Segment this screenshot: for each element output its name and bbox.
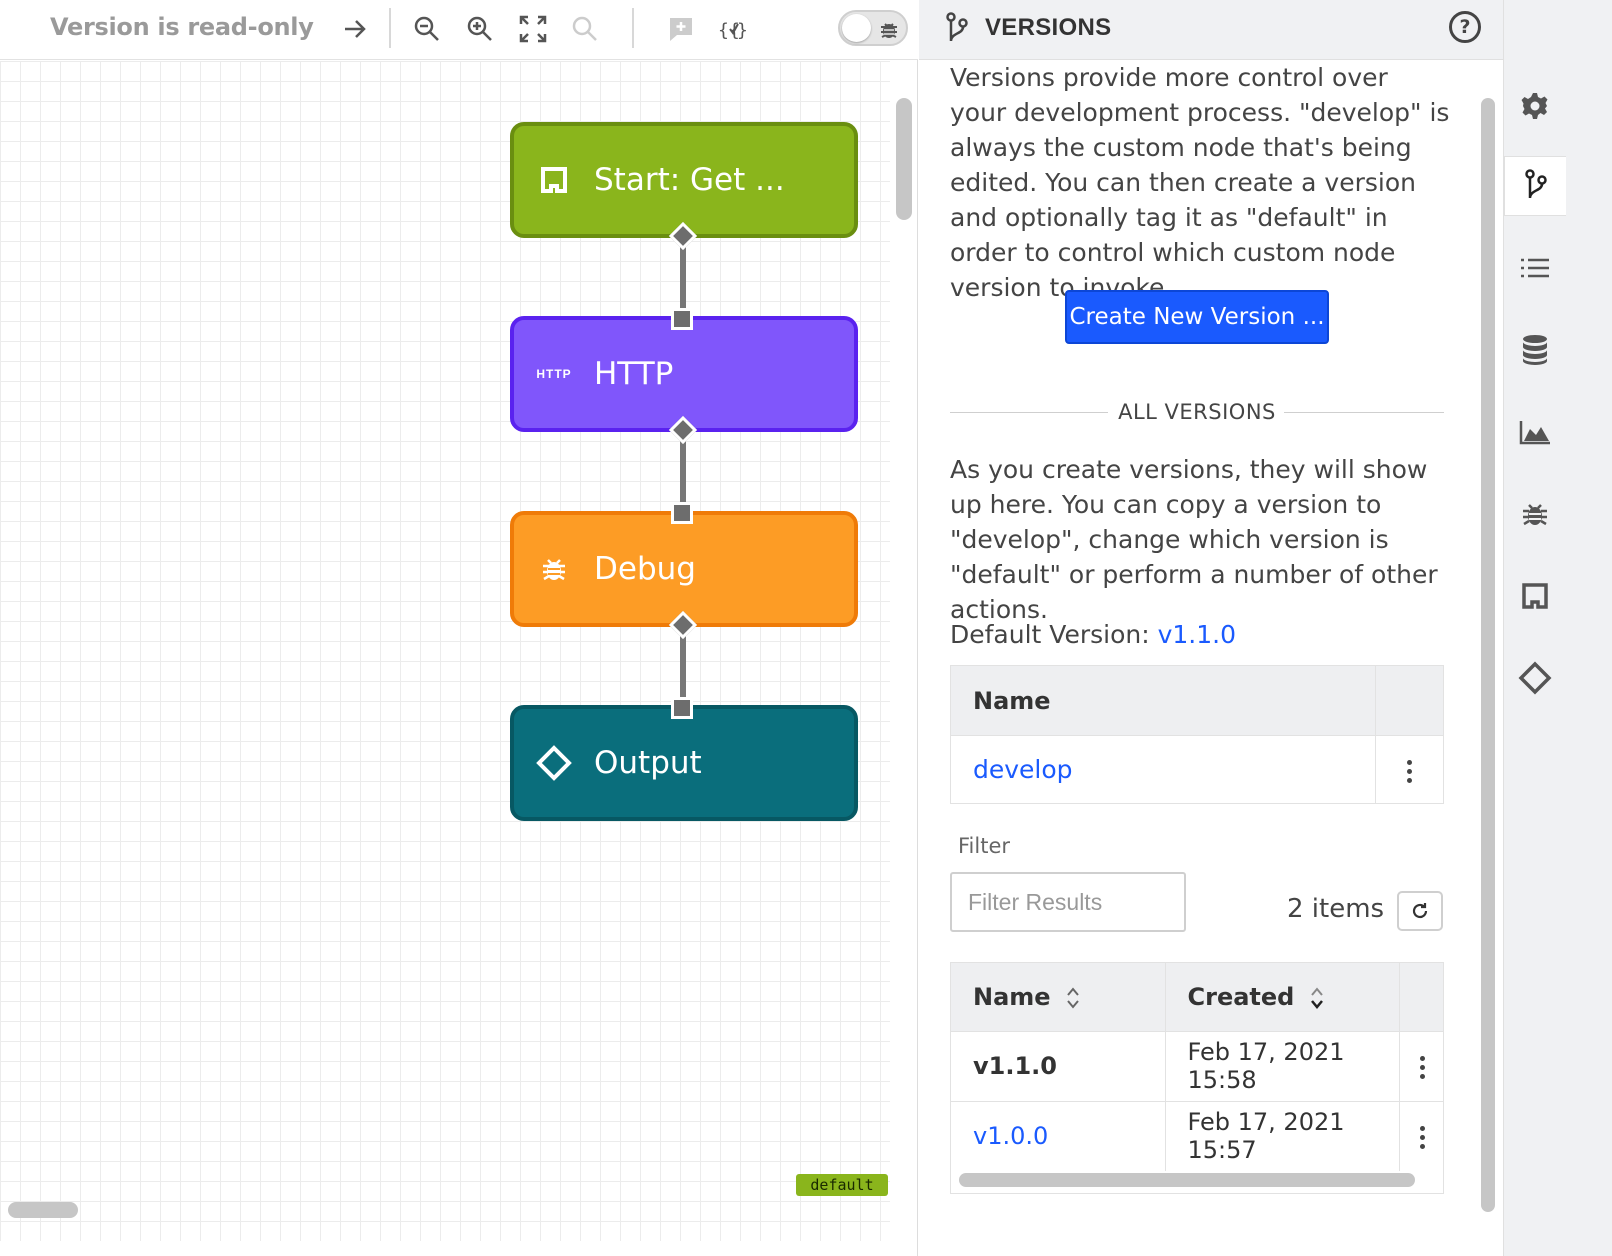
- rail-outputs[interactable]: [1504, 648, 1566, 708]
- versions-panel: VERSIONS ? Versions provide more control…: [919, 0, 1503, 1256]
- diamond-outline-icon: [1518, 661, 1552, 695]
- node-label: Start: Get ...: [594, 162, 785, 198]
- default-version-link[interactable]: v1.1.0: [1158, 620, 1236, 649]
- table-horizontal-scrollbar[interactable]: [959, 1173, 1415, 1187]
- square-outline-icon: [1522, 583, 1548, 609]
- rail-list[interactable]: [1504, 238, 1566, 298]
- versions-explain-text: As you create versions, they will show u…: [950, 455, 1438, 624]
- side-icon-rail: [1503, 0, 1612, 1256]
- branch-icon: [946, 12, 968, 42]
- area-chart-icon: [1519, 421, 1550, 445]
- rail-storage[interactable]: [1504, 320, 1566, 380]
- node-output[interactable]: Output: [510, 705, 858, 821]
- sort-descending-icon: [1310, 987, 1323, 1009]
- more-actions-icon[interactable]: [1407, 759, 1412, 783]
- gear-icon: [1521, 93, 1548, 119]
- zoom-out-icon[interactable]: [410, 12, 444, 46]
- panel-vertical-scrollbar[interactable]: [1481, 98, 1495, 1212]
- panel-title: VERSIONS: [985, 14, 1112, 41]
- all-versions-divider: ALL VERSIONS: [950, 400, 1444, 428]
- bug-icon: [881, 23, 897, 38]
- table-row[interactable]: develop: [950, 735, 1444, 804]
- versions-table: Name Created v1.1.0 Feb 17, 2021 15:58 v…: [951, 963, 1443, 1171]
- help-icon[interactable]: ?: [1449, 11, 1481, 43]
- actions-column-header: [1399, 963, 1443, 1031]
- column-header-created[interactable]: Created: [1165, 963, 1400, 1031]
- version-created: Feb 17, 2021 15:58: [1165, 1030, 1400, 1101]
- create-new-version-button[interactable]: Create New Version ...: [1065, 290, 1329, 344]
- canvas-horizontal-scrollbar[interactable]: [8, 1202, 78, 1218]
- versions-intro-text: Versions provide more control over your …: [950, 63, 1450, 302]
- canvas-grid[interactable]: [0, 61, 890, 1241]
- more-actions-icon[interactable]: [1419, 1125, 1425, 1149]
- read-only-label: Version is read-only: [50, 13, 314, 41]
- http-icon: HTTP: [536, 367, 572, 381]
- node-label: Output: [594, 745, 702, 781]
- branch-icon: [1524, 169, 1547, 199]
- develop-link[interactable]: develop: [973, 755, 1073, 784]
- input-port[interactable]: [671, 308, 693, 330]
- default-version-label: Default Version:: [950, 620, 1150, 649]
- bug-icon: [1523, 504, 1547, 526]
- square-outline-icon: [514, 166, 594, 194]
- versions-panel-header: VERSIONS ?: [919, 0, 1503, 60]
- rail-versions[interactable]: [1504, 156, 1566, 216]
- workflow-canvas-pane: Version is read-only {{}}: [0, 0, 918, 1256]
- sort-icon: [1067, 987, 1079, 1009]
- arrow-right-icon[interactable]: [338, 12, 372, 46]
- refresh-button[interactable]: [1397, 891, 1443, 931]
- debug-toggle[interactable]: [838, 10, 908, 46]
- node-debug[interactable]: Debug: [510, 511, 858, 627]
- svg-text:}}: }}: [737, 20, 749, 41]
- rail-settings[interactable]: [1504, 76, 1566, 136]
- database-icon: [1523, 335, 1547, 365]
- node-http[interactable]: HTTP HTTP: [510, 316, 858, 432]
- node-label: HTTP: [594, 356, 674, 392]
- bug-icon: [514, 555, 594, 583]
- toggle-knob: [842, 14, 871, 42]
- fit-to-screen-icon[interactable]: [516, 12, 550, 46]
- column-header-name[interactable]: Name: [951, 963, 1166, 1031]
- filter-input[interactable]: [950, 872, 1186, 932]
- version-name: v1.1.0: [951, 1030, 1166, 1101]
- toolbar-divider: [389, 8, 391, 48]
- input-port[interactable]: [671, 697, 693, 719]
- add-comment-icon: [664, 12, 698, 46]
- version-created: Feb 17, 2021 15:57: [1165, 1100, 1400, 1171]
- versions-table-container: Name Created v1.1.0 Feb 17, 2021 15:58 v…: [950, 962, 1444, 1194]
- node-start[interactable]: Start: Get ...: [510, 122, 858, 238]
- rail-metrics[interactable]: [1504, 402, 1566, 462]
- default-version-line: Default Version: v1.1.0: [950, 620, 1236, 649]
- diamond-outline-icon: [514, 745, 594, 781]
- table-row[interactable]: v1.1.0 Feb 17, 2021 15:58: [951, 1030, 1443, 1101]
- filter-label: Filter: [958, 834, 1011, 858]
- template-variables-icon[interactable]: {{}}: [716, 12, 750, 46]
- canvas-toolbar: Version is read-only {{}}: [0, 0, 918, 60]
- rail-debug[interactable]: [1504, 484, 1566, 544]
- actions-column-header: [1375, 665, 1444, 736]
- canvas-vertical-scrollbar[interactable]: [896, 98, 912, 220]
- rail-triggers[interactable]: [1504, 566, 1566, 626]
- input-port[interactable]: [671, 502, 693, 524]
- default-version-tag: default: [796, 1174, 888, 1196]
- item-count: 2 items: [1287, 894, 1385, 924]
- refresh-icon: [1412, 903, 1428, 919]
- toolbar-divider: [632, 8, 634, 48]
- zoom-in-icon[interactable]: [463, 12, 497, 46]
- zoom-reset-icon: [568, 12, 602, 46]
- list-icon: [1521, 258, 1549, 278]
- node-label: Debug: [594, 551, 696, 587]
- more-actions-icon[interactable]: [1419, 1055, 1425, 1079]
- version-link[interactable]: v1.0.0: [973, 1122, 1048, 1150]
- column-header-name: Name: [950, 665, 1376, 736]
- develop-table: Name develop: [950, 665, 1444, 804]
- table-row[interactable]: v1.0.0 Feb 17, 2021 15:57: [951, 1100, 1443, 1171]
